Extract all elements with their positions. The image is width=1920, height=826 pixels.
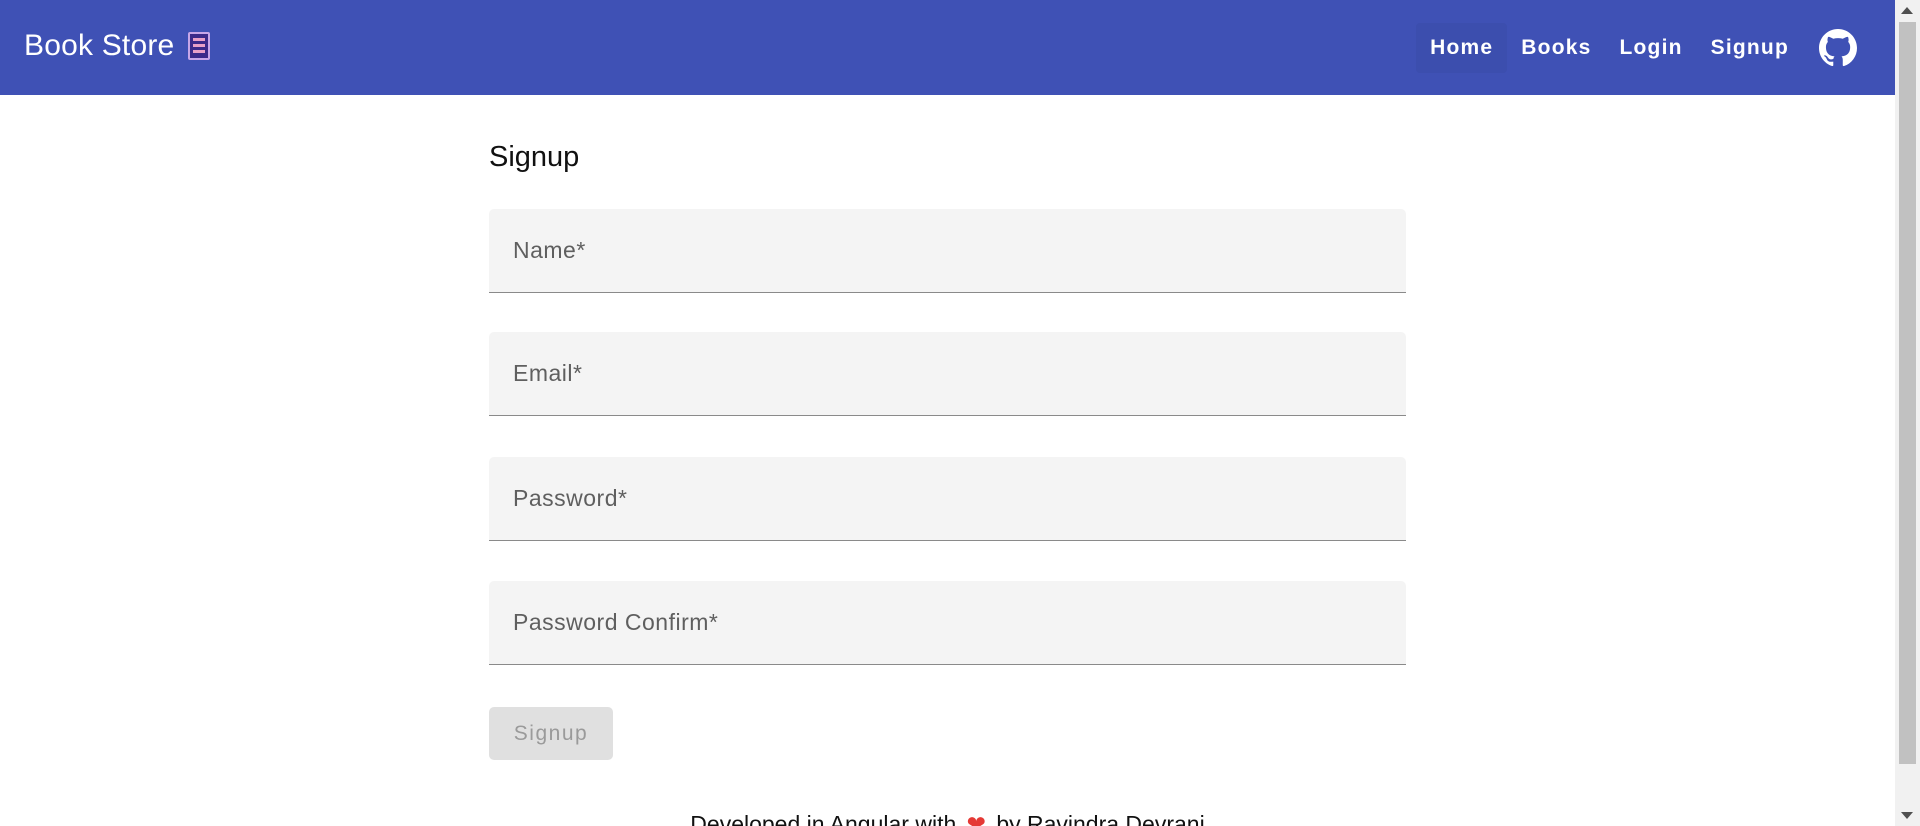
nav-home[interactable]: Home xyxy=(1416,22,1508,73)
footer: Developed in Angular with ❤ by Ravindra … xyxy=(0,811,1895,826)
app-page: Book Store Home Books Login Signup Signu… xyxy=(0,0,1920,826)
footer-suffix: by Ravindra Devrani xyxy=(996,811,1205,826)
vertical-scrollbar[interactable] xyxy=(1895,0,1920,826)
footer-prefix: Developed in Angular with xyxy=(690,811,957,826)
github-icon[interactable] xyxy=(1819,28,1857,67)
name-input[interactable] xyxy=(513,233,1377,275)
email-input[interactable] xyxy=(513,356,1377,398)
scroll-thumb[interactable] xyxy=(1899,22,1916,764)
nav-login[interactable]: Login xyxy=(1605,23,1696,73)
password-field[interactable]: Password* xyxy=(489,457,1406,541)
name-field[interactable]: Name* xyxy=(489,209,1406,293)
top-toolbar: Book Store Home Books Login Signup xyxy=(0,0,1895,95)
scroll-up-arrow-icon[interactable] xyxy=(1901,7,1913,14)
nav-books[interactable]: Books xyxy=(1507,23,1605,73)
password-input[interactable] xyxy=(513,481,1377,523)
scroll-down-arrow-icon[interactable] xyxy=(1901,812,1913,819)
signup-button[interactable]: Signup xyxy=(489,707,613,760)
book-icon xyxy=(188,32,211,60)
password-confirm-input[interactable] xyxy=(513,605,1377,647)
brand[interactable]: Book Store xyxy=(24,26,211,66)
main-nav: Home Books Login Signup xyxy=(1416,0,1895,95)
heart-icon: ❤ xyxy=(966,811,986,826)
nav-signup[interactable]: Signup xyxy=(1697,23,1803,73)
password-confirm-field[interactable]: Password Confirm* xyxy=(489,581,1406,665)
email-field[interactable]: Email* xyxy=(489,332,1406,416)
page-title: Signup xyxy=(489,141,580,173)
app-title[interactable]: Book Store xyxy=(24,29,174,63)
